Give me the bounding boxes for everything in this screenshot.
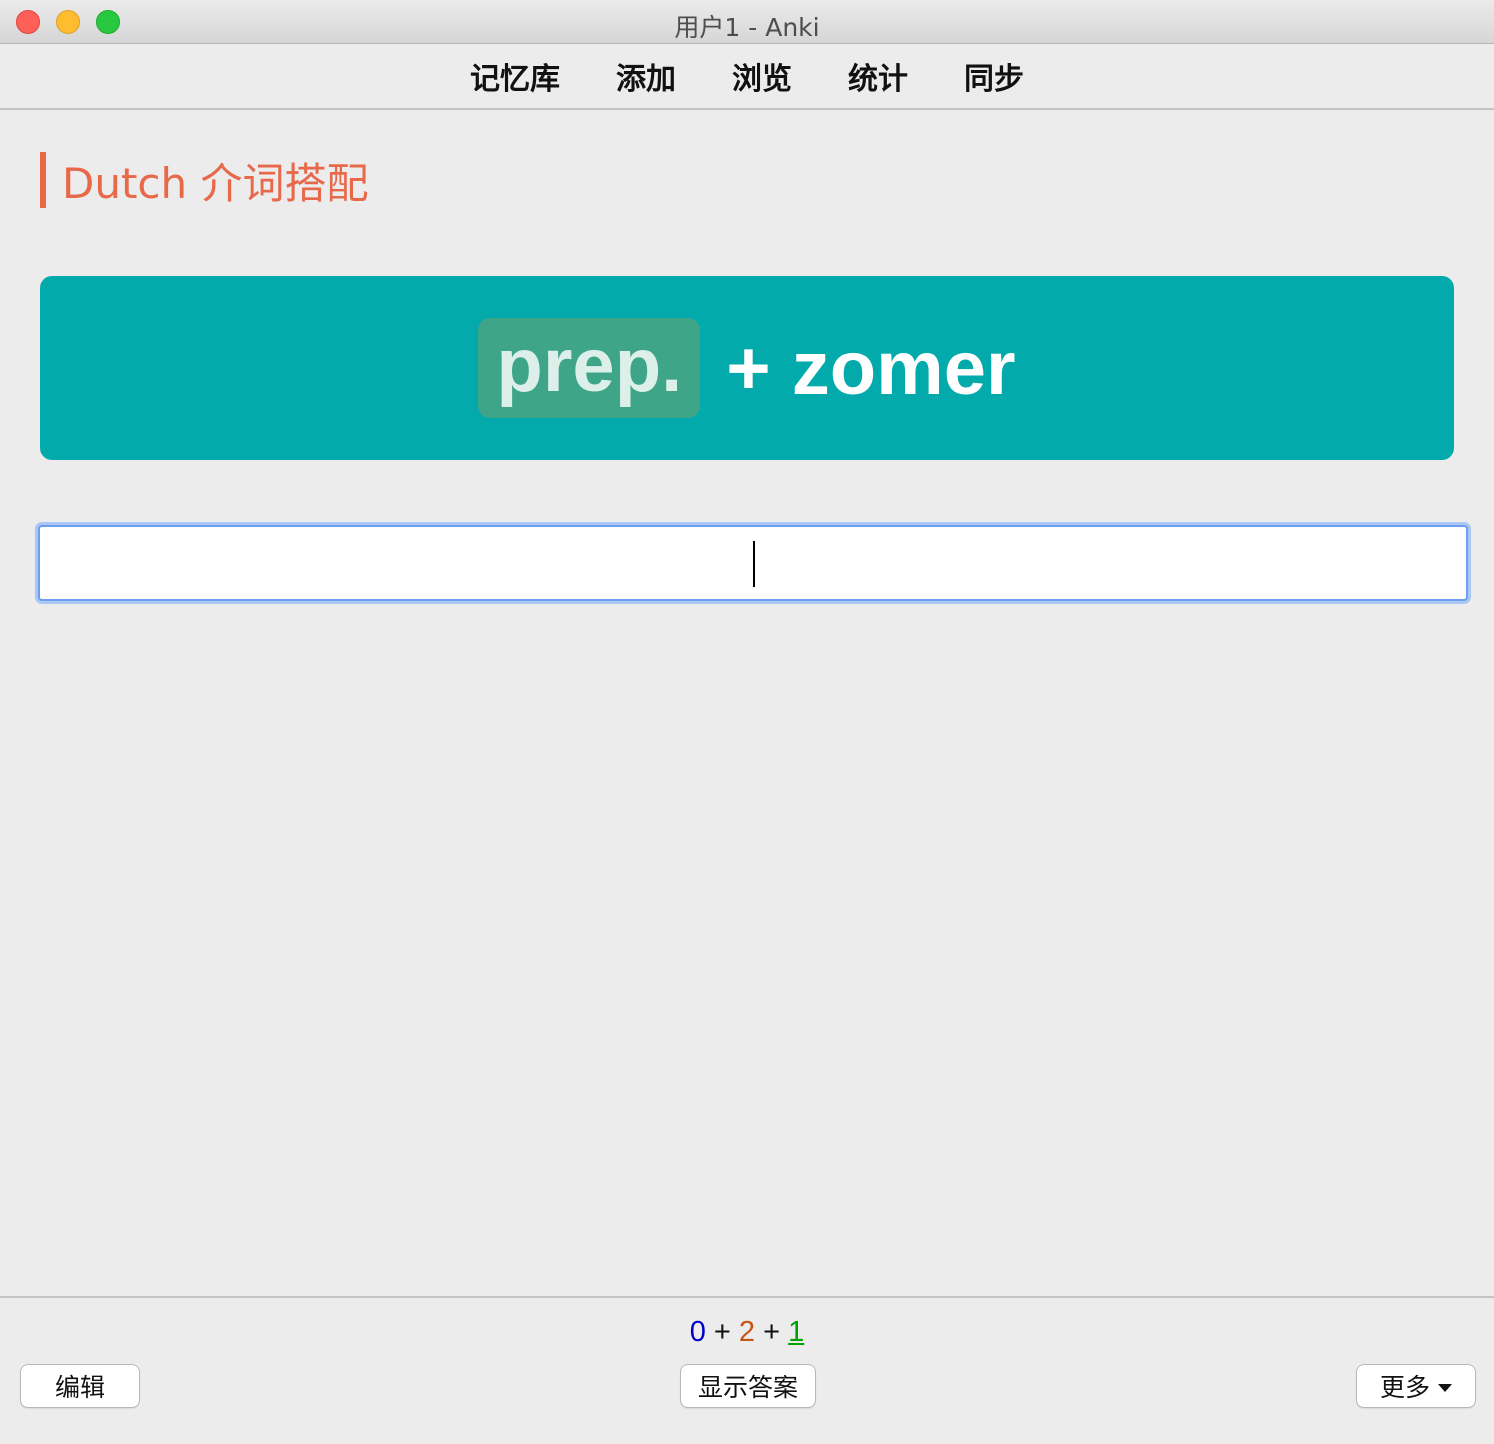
deck-title: Dutch 介词搭配 (62, 158, 369, 208)
anki-window: 用户1 - Anki 记忆库 添加 浏览 统计 同步 Dutch 介词搭配 pr… (0, 0, 1494, 1444)
top-nav: 记忆库 添加 浏览 统计 同步 (0, 44, 1494, 110)
show-answer-button[interactable]: 显示答案 (680, 1364, 816, 1408)
text-caret (753, 541, 755, 587)
nav-add[interactable]: 添加 (616, 54, 676, 98)
flashcard: prep. + zomer (40, 276, 1454, 460)
nav-stats[interactable]: 统计 (848, 54, 908, 98)
edit-button[interactable]: 编辑 (20, 1364, 140, 1408)
card-front: prep. + zomer (478, 318, 1016, 418)
count-separator: + (713, 1316, 731, 1348)
new-count: 0 (689, 1316, 706, 1348)
title-bar: 用户1 - Anki (0, 0, 1494, 44)
part-of-speech-tag: prep. (478, 318, 701, 418)
learning-count: 2 (738, 1316, 756, 1348)
window-title: 用户1 - Anki (674, 13, 820, 42)
card-front-text: + zomer (726, 325, 1016, 411)
more-button-label: 更多 (1379, 1373, 1430, 1402)
due-counts: 0 + 2 + 1 (0, 1316, 1494, 1349)
edit-button-label: 编辑 (54, 1373, 105, 1402)
nav-browse[interactable]: 浏览 (732, 54, 792, 98)
more-button[interactable]: 更多 (1356, 1364, 1476, 1408)
deck-header: Dutch 介词搭配 (40, 152, 369, 208)
count-separator: + (763, 1316, 781, 1348)
review-count: 1 (788, 1316, 805, 1348)
chevron-down-icon (1438, 1384, 1452, 1392)
nav-decks[interactable]: 记忆库 (470, 54, 560, 98)
nav-sync[interactable]: 同步 (964, 54, 1024, 98)
bottom-bar: 0 + 2 + 1 编辑 显示答案 更多 (0, 1296, 1494, 1444)
show-answer-button-label: 显示答案 (697, 1373, 798, 1402)
